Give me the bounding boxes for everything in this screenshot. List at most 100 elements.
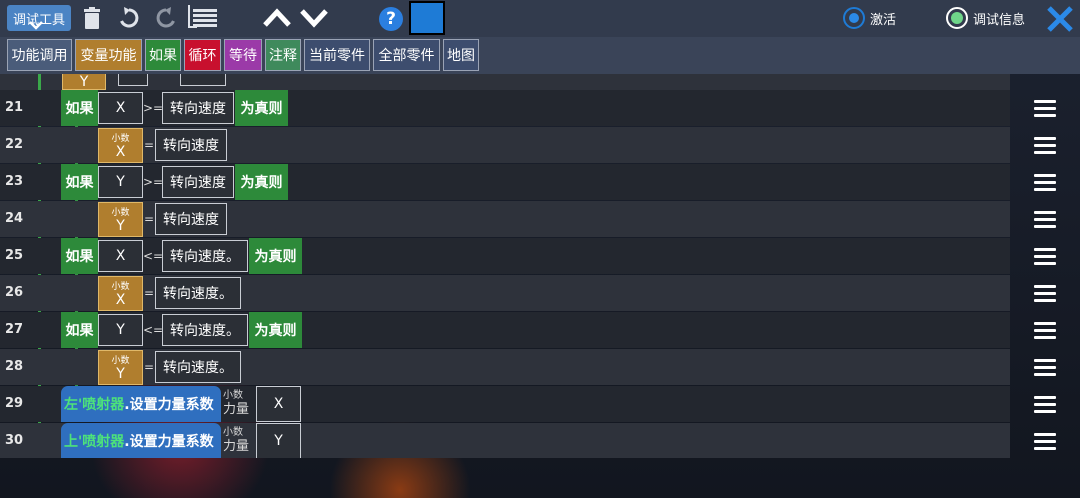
- param-label: 小数 力量: [223, 425, 249, 454]
- variable-tag-name: Y: [116, 365, 125, 382]
- activate-label: 激活: [870, 12, 897, 28]
- row-number: 23: [4, 174, 24, 189]
- param-label: 小数 力量: [223, 388, 249, 417]
- debug-info-toggle[interactable]: 调试信息: [946, 6, 1025, 30]
- color-swatch-button[interactable]: [409, 1, 445, 35]
- code-row: 26 小数 X = 转向速度。: [0, 275, 1056, 311]
- value-slot[interactable]: 转向速度: [155, 129, 227, 161]
- code-editor: Y 21 如果 X >= 转向速度 为真则 22 小数 X = 转向速度 23 如…: [0, 74, 1080, 458]
- move-down-icon[interactable]: [299, 6, 329, 30]
- variable-tag[interactable]: 小数 Y: [98, 350, 143, 385]
- code-row: 24 小数 Y = 转向速度: [0, 201, 1056, 237]
- cat-wait[interactable]: 等待: [224, 39, 262, 71]
- value-slot[interactable]: 转向速度。: [162, 240, 248, 272]
- code-row: 25 如果 X <= 转向速度。 为真则: [0, 238, 1056, 274]
- row-number: 22: [4, 137, 24, 152]
- operator[interactable]: =: [143, 277, 155, 309]
- then-block[interactable]: 为真则: [235, 164, 288, 200]
- cat-map[interactable]: 地图: [443, 39, 479, 71]
- radio-icon: [946, 7, 968, 29]
- argument-slot[interactable]: Y: [256, 423, 301, 458]
- drag-handle-icon[interactable]: [1034, 137, 1056, 158]
- block-list-icon[interactable]: [186, 4, 220, 32]
- param-type: 小数: [223, 427, 243, 438]
- drag-handle-icon[interactable]: [1034, 396, 1056, 417]
- value-slot[interactable]: [118, 74, 148, 86]
- code-row: 21 如果 X >= 转向速度 为真则: [0, 90, 1056, 126]
- operator[interactable]: =: [143, 203, 155, 235]
- variable-slot[interactable]: Y: [98, 166, 143, 198]
- then-block[interactable]: 为真则: [235, 90, 288, 126]
- param-name: 力量: [223, 439, 250, 454]
- value-slot[interactable]: 转向速度。: [162, 314, 248, 346]
- cat-if[interactable]: 如果: [145, 39, 181, 71]
- operator[interactable]: >=: [143, 166, 163, 198]
- row-number: 24: [4, 211, 24, 226]
- drag-handle-icon[interactable]: [1034, 359, 1056, 380]
- value-slot[interactable]: [180, 74, 226, 86]
- operator[interactable]: <=: [143, 240, 163, 272]
- if-block[interactable]: 如果: [61, 164, 98, 200]
- row-number: 21: [4, 100, 24, 115]
- value-slot[interactable]: 转向速度。: [155, 351, 241, 383]
- debug-tools-button[interactable]: 调试工具: [7, 5, 71, 31]
- row-number: 28: [4, 359, 24, 374]
- function-call-block[interactable]: 左'喷射器 .设置力量系数: [61, 386, 221, 422]
- redo-icon[interactable]: [154, 6, 178, 30]
- operator[interactable]: >=: [143, 92, 163, 124]
- operator[interactable]: =: [143, 351, 155, 383]
- value-slot[interactable]: 转向速度: [162, 166, 234, 198]
- drag-handle-icon[interactable]: [1034, 322, 1056, 343]
- value-slot[interactable]: 转向速度: [162, 92, 234, 124]
- cat-variables[interactable]: 变量功能: [75, 39, 142, 71]
- cat-loop[interactable]: 循环: [184, 39, 221, 71]
- if-block[interactable]: 如果: [61, 312, 98, 348]
- code-row: 23 如果 Y >= 转向速度 为真则: [0, 164, 1056, 200]
- variable-tag[interactable]: 小数 X: [98, 128, 143, 163]
- drag-handle-icon[interactable]: [1034, 100, 1056, 121]
- operator[interactable]: <=: [143, 314, 163, 346]
- value-slot[interactable]: 转向速度。: [155, 277, 241, 309]
- cat-comment[interactable]: 注释: [265, 39, 301, 71]
- variable-slot[interactable]: X: [98, 240, 143, 272]
- category-bar: 功能调用 变量功能 如果 循环 等待 注释 当前零件 全部零件 地图: [0, 37, 1080, 74]
- param-type: 小数: [223, 390, 243, 401]
- variable-tag-name: Y: [79, 74, 89, 90]
- undo-icon[interactable]: [117, 6, 141, 30]
- cat-current-part[interactable]: 当前零件: [304, 39, 370, 71]
- variable-slot[interactable]: X: [98, 92, 143, 124]
- variable-slot[interactable]: Y: [98, 314, 143, 346]
- drag-handle-icon[interactable]: [1034, 433, 1056, 454]
- radio-on-icon: [843, 7, 865, 29]
- variable-tag-name: Y: [116, 217, 125, 234]
- operator[interactable]: =: [143, 129, 155, 161]
- function-call-block[interactable]: 上'喷射器 .设置力量系数: [61, 423, 221, 458]
- row-number: 30: [4, 433, 24, 448]
- close-icon[interactable]: [1044, 3, 1076, 35]
- argument-slot[interactable]: X: [256, 386, 301, 422]
- then-block[interactable]: 为真则: [249, 238, 302, 274]
- then-block[interactable]: 为真则: [249, 312, 302, 348]
- cat-function-call[interactable]: 功能调用: [7, 39, 72, 71]
- if-block[interactable]: 如果: [61, 90, 98, 126]
- help-icon[interactable]: ?: [379, 7, 403, 31]
- value-slot[interactable]: 转向速度: [155, 203, 227, 235]
- drag-handle-icon[interactable]: [1034, 285, 1056, 306]
- variable-tag[interactable]: 小数 Y: [98, 202, 143, 237]
- cat-all-parts[interactable]: 全部零件: [373, 39, 440, 71]
- part-name: 左'喷射器: [64, 397, 125, 413]
- code-row: 27 如果 Y <= 转向速度。 为真则: [0, 312, 1056, 348]
- variable-tag-name: X: [115, 143, 126, 160]
- activate-toggle[interactable]: 激活: [843, 6, 896, 30]
- trash-icon[interactable]: [80, 6, 104, 30]
- move-up-icon[interactable]: [262, 6, 292, 30]
- drag-handle-icon[interactable]: [1034, 174, 1056, 195]
- code-row: 22 小数 X = 转向速度: [0, 127, 1056, 163]
- drag-handle-icon[interactable]: [1034, 211, 1056, 232]
- if-block[interactable]: 如果: [61, 238, 98, 274]
- method-name: .设置力量系数: [124, 397, 214, 413]
- variable-tag[interactable]: Y: [62, 74, 106, 90]
- drag-handle-icon[interactable]: [1034, 248, 1056, 269]
- code-row: 28 小数 Y = 转向速度。: [0, 349, 1056, 385]
- variable-tag[interactable]: 小数 X: [98, 276, 143, 311]
